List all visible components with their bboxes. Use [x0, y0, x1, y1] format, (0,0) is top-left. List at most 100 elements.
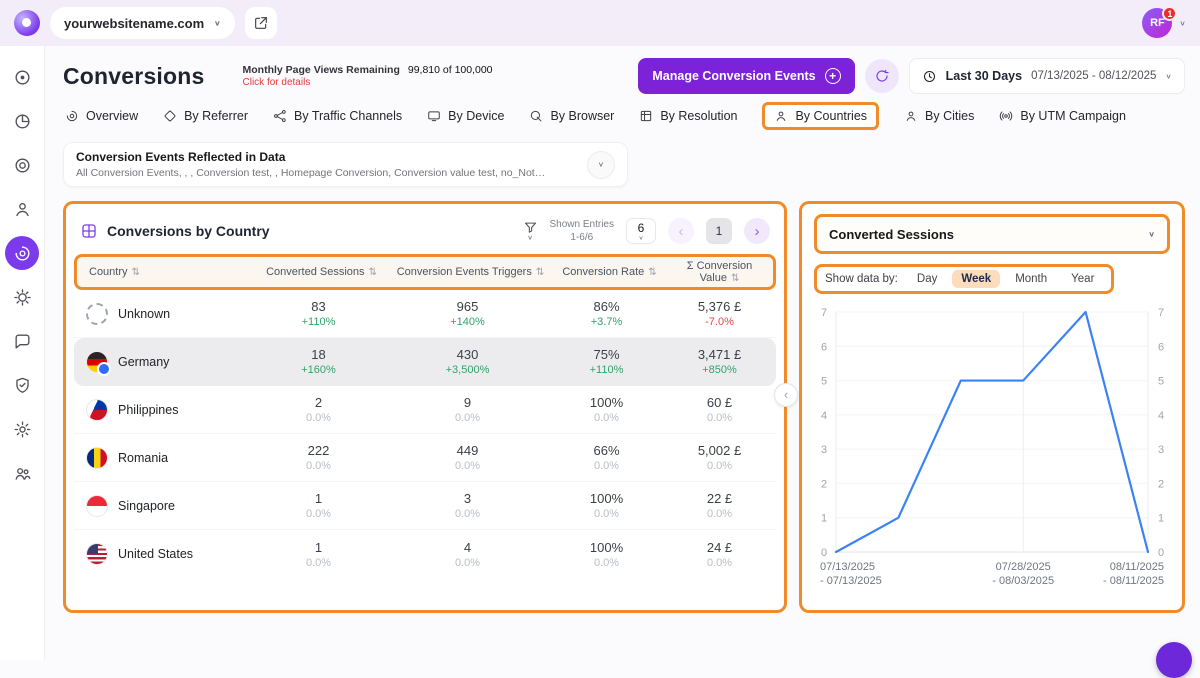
chevron-down-icon: ∨	[214, 19, 221, 26]
tab-by-resolution[interactable]: By Resolution	[639, 104, 737, 128]
app-logo[interactable]	[14, 10, 40, 36]
page-size-selector[interactable]: 6 ∨	[626, 218, 656, 244]
filter-title: Conversion Events Reflected in Data	[76, 150, 546, 164]
table-row[interactable]: Romania2220.0%4490.0%66%0.0%5,002 £0.0%	[74, 434, 776, 482]
tab-by-device[interactable]: By Device	[427, 104, 504, 128]
clock-icon	[922, 69, 937, 84]
sidebar-item-audience[interactable]	[5, 192, 39, 226]
svg-text:4: 4	[1158, 410, 1164, 422]
refresh-button[interactable]	[865, 59, 899, 93]
tab-by-traffic-channels[interactable]: By Traffic Channels	[273, 104, 402, 128]
svg-text:- 08/03/2025: - 08/03/2025	[992, 575, 1054, 587]
site-selector[interactable]: yourwebsitename.com ∨	[50, 7, 235, 39]
pagination-next-button[interactable]: ›	[744, 218, 770, 244]
sidebar-item-events[interactable]	[5, 280, 39, 314]
flag-philippines-icon	[86, 399, 108, 421]
filter-expand-button[interactable]: ∨	[587, 151, 615, 179]
granularity-day[interactable]: Day	[908, 270, 946, 288]
chevron-down-icon: ∨	[1148, 230, 1155, 237]
svg-text:2: 2	[1158, 478, 1164, 490]
country-name: Philippines	[118, 403, 178, 417]
sidebar	[0, 46, 45, 660]
metric-selector[interactable]: Converted Sessions ∨	[814, 214, 1170, 254]
svg-text:07/13/2025: 07/13/2025	[820, 561, 875, 573]
conversion-events-filter[interactable]: Conversion Events Reflected in Data All …	[63, 142, 628, 187]
avatar[interactable]: RF 1	[1142, 8, 1172, 38]
device-icon	[427, 109, 441, 123]
granularity-week[interactable]: Week	[952, 270, 1000, 288]
country-cell: Unknown	[74, 303, 252, 325]
table-row[interactable]: United States10.0%40.0%100%0.0%24 £0.0%	[74, 530, 776, 578]
column-conversion-value[interactable]: Σ Conversion Value⇅	[666, 260, 773, 284]
shown-entries: Shown Entries 1-6/6	[550, 218, 614, 244]
svg-text:5: 5	[821, 376, 827, 388]
target-rays-icon	[13, 288, 32, 307]
table-row[interactable]: Germany18+160%430+3,500%75%+110%3,471 £+…	[74, 338, 776, 386]
filter-button[interactable]: ∨	[523, 220, 538, 242]
sidebar-item-behavior[interactable]	[5, 148, 39, 182]
sidebar-item-overview[interactable]	[5, 60, 39, 94]
manage-conversion-events-button[interactable]: Manage Conversion Events +	[638, 58, 854, 94]
country-name: United States	[118, 547, 193, 561]
svg-text:- 08/11/2025: - 08/11/2025	[1103, 575, 1164, 587]
page-header: Conversions Monthly Page Views Remaining…	[63, 58, 1185, 94]
overview-icon	[65, 109, 79, 123]
column-conversion-events-triggers[interactable]: Conversion Events Triggers⇅	[388, 266, 553, 278]
granularity-year[interactable]: Year	[1062, 270, 1103, 288]
chevron-down-icon[interactable]: ∨	[1179, 19, 1186, 26]
chat-bubble-button[interactable]	[1156, 642, 1192, 678]
conversions-icon	[13, 244, 32, 263]
country-cell: Germany	[74, 351, 252, 373]
pagination-prev-button[interactable]: ‹	[668, 218, 694, 244]
metric-cell: 60 £0.0%	[663, 395, 776, 424]
metric-cell: 100%0.0%	[550, 491, 663, 520]
tab-overview[interactable]: Overview	[65, 104, 138, 128]
date-range-selector[interactable]: Last 30 Days 07/13/2025 - 08/12/2025 ∨	[909, 58, 1185, 94]
metric-cell: 100%0.0%	[550, 540, 663, 569]
metric-cell: 83+110%	[252, 299, 385, 328]
granularity-label: Show data by:	[825, 273, 898, 285]
chevron-down-icon: ∨	[1165, 72, 1172, 79]
quota-details-link[interactable]: Click for details	[243, 77, 493, 88]
sort-icon: ⇅	[369, 267, 377, 278]
svg-text:08/11/2025: 08/11/2025	[1110, 561, 1164, 573]
tab-by-browser[interactable]: By Browser	[529, 104, 614, 128]
column-conversion-rate[interactable]: Conversion Rate⇅	[553, 266, 666, 278]
tab-by-countries[interactable]: By Countries	[762, 102, 879, 130]
table-body: Unknown83+110%965+140%86%+3.7%5,376 £-7.…	[74, 290, 776, 578]
panel-collapse-handle[interactable]: ‹	[774, 383, 798, 407]
svg-text:1: 1	[1158, 513, 1164, 525]
tab-by-referrer[interactable]: By Referrer	[163, 104, 248, 128]
column-country[interactable]: Country⇅	[77, 266, 255, 278]
metric-cell: 66%0.0%	[550, 443, 663, 472]
tab-by-cities[interactable]: By Cities	[904, 104, 974, 128]
sidebar-item-conversions[interactable]	[5, 236, 39, 270]
chart-panel: Converted Sessions ∨ Show data by: Day W…	[799, 201, 1185, 613]
person-icon	[13, 200, 32, 219]
countries-icon	[774, 109, 788, 123]
sidebar-item-settings[interactable]	[5, 412, 39, 446]
tab-by-utm-campaign[interactable]: By UTM Campaign	[999, 104, 1126, 128]
cities-icon	[904, 109, 918, 123]
svg-text:2: 2	[821, 478, 827, 490]
table-row[interactable]: Unknown83+110%965+140%86%+3.7%5,376 £-7.…	[74, 290, 776, 338]
column-converted-sessions[interactable]: Converted Sessions⇅	[255, 266, 388, 278]
svg-text:7: 7	[821, 307, 827, 319]
open-website-button[interactable]	[245, 7, 277, 39]
table-row[interactable]: Singapore10.0%30.0%100%0.0%22 £0.0%	[74, 482, 776, 530]
chevron-down-icon: ∨	[598, 161, 605, 168]
sidebar-item-visitors[interactable]	[5, 104, 39, 138]
page-title: Conversions	[63, 63, 205, 90]
sidebar-item-privacy[interactable]	[5, 368, 39, 402]
country-cell: Singapore	[74, 495, 252, 517]
table-row[interactable]: Philippines20.0%90.0%100%0.0%60 £0.0%	[74, 386, 776, 434]
svg-text:5: 5	[1158, 376, 1164, 388]
sidebar-item-account[interactable]	[5, 456, 39, 490]
flag-unknown-icon	[86, 303, 108, 325]
sort-icon: ⇅	[648, 267, 656, 278]
metric-cell: 22 £0.0%	[663, 491, 776, 520]
metric-cell: 75%+110%	[550, 347, 663, 376]
granularity-month[interactable]: Month	[1006, 270, 1056, 288]
utm-campaign-icon	[999, 109, 1013, 123]
sidebar-item-feedback[interactable]	[5, 324, 39, 358]
